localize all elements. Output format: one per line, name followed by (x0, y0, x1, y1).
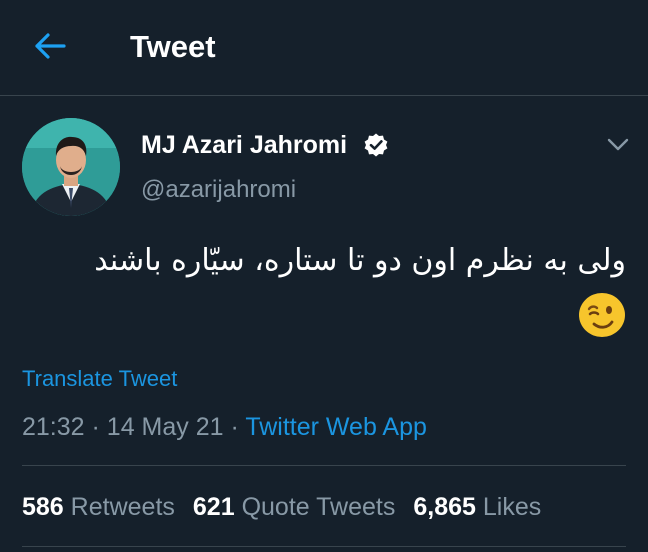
more-options-button[interactable] (604, 132, 632, 158)
tweet-source-link[interactable]: Twitter Web App (245, 413, 427, 441)
divider (22, 546, 626, 547)
chevron-down-icon (607, 138, 629, 151)
translate-tweet-link[interactable]: Translate Tweet (22, 364, 177, 394)
avatar[interactable] (22, 118, 120, 216)
tweet-metadata: 21:32 · 14 May 21 · Twitter Web App (22, 410, 427, 444)
divider (22, 465, 626, 466)
likes-stat[interactable]: 6,865 Likes (413, 493, 541, 521)
back-button[interactable] (30, 26, 70, 66)
tweet-time: 21:32 (22, 413, 85, 441)
author-handle[interactable]: @azarijahromi (141, 173, 296, 207)
page-title: Tweet (130, 29, 216, 64)
meta-separator: · (230, 413, 239, 441)
tweet-detail-page: Tweet MJ Azari Jahromi @azarijahromi ولی… (0, 0, 648, 552)
quote-tweets-stat[interactable]: 621 Quote Tweets (193, 493, 395, 521)
header-bar: Tweet (0, 0, 648, 96)
tweet-stats: 586 Retweets 621 Quote Tweets 6,865 Likes (22, 490, 559, 524)
winking-face-icon (579, 293, 625, 337)
author-name[interactable]: MJ Azari Jahromi (141, 128, 347, 162)
retweets-stat[interactable]: 586 Retweets (22, 493, 175, 521)
verified-badge-icon (364, 133, 388, 157)
tweet-date: 14 May 21 (106, 413, 224, 441)
tweet-text: ولی به نظرم اون دو تا ستاره، سیّاره باشن… (94, 243, 626, 278)
avatar-image (22, 118, 120, 216)
meta-separator: · (91, 413, 100, 441)
arrow-left-icon (35, 33, 66, 59)
